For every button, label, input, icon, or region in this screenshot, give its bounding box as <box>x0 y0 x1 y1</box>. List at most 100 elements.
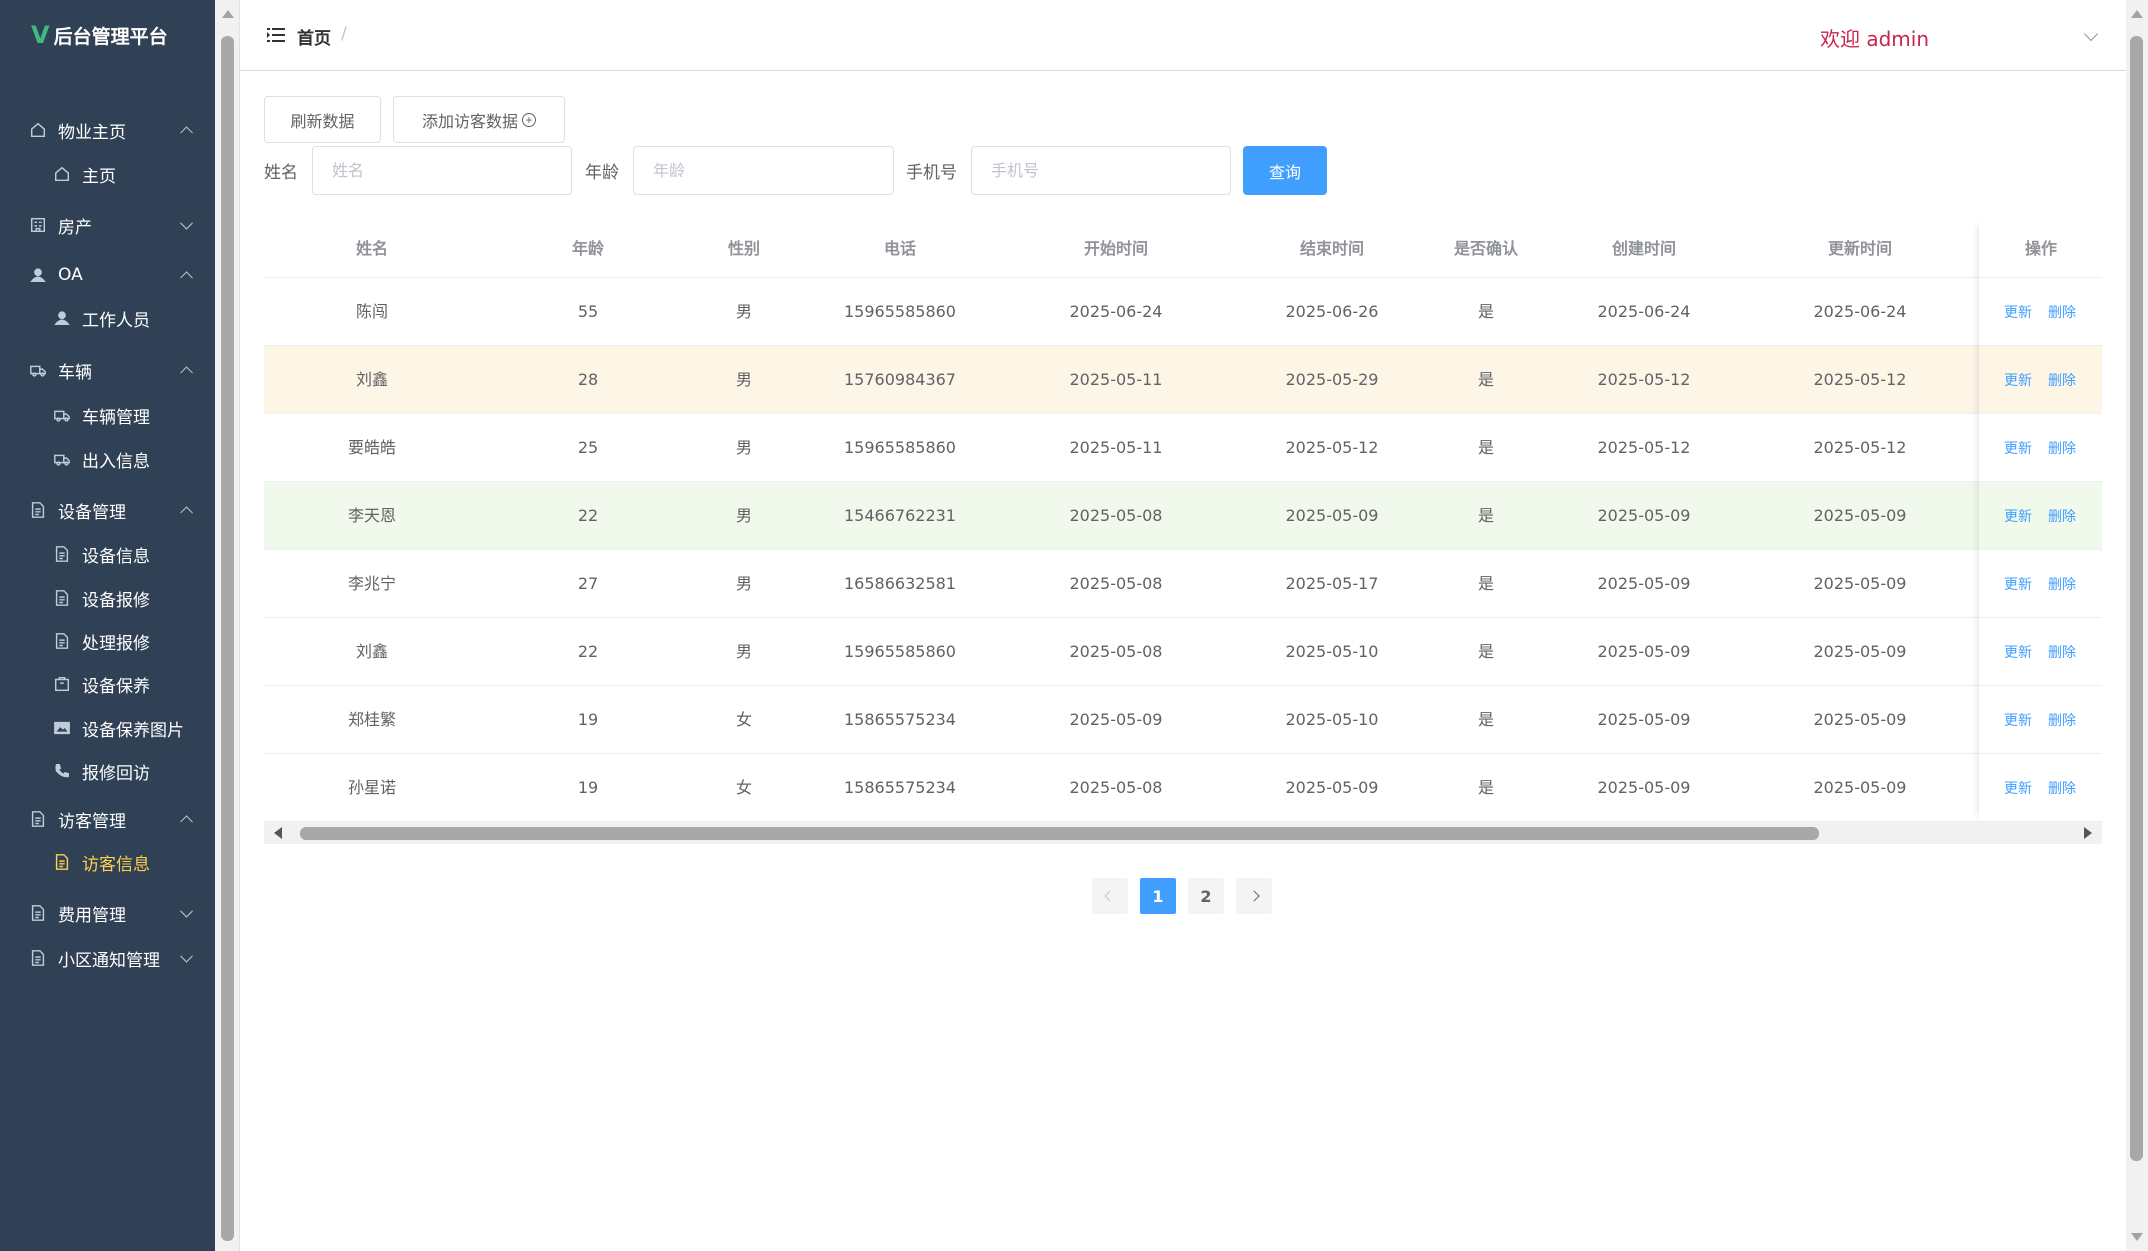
cell-phone: 15865575234 <box>844 710 956 729</box>
table-header: 姓名 年龄 性别 电话 开始时间 结束时间 是否确认 创建时间 更新时间 操作 <box>264 220 2102 278</box>
hamburger-menu-icon[interactable] <box>267 27 285 43</box>
pagination-prev-button[interactable] <box>1092 878 1128 914</box>
cell-created: 2025-05-09 <box>1597 778 1691 797</box>
refresh-data-button[interactable]: 刷新数据 <box>264 96 381 143</box>
age-filter-input[interactable] <box>633 146 894 195</box>
page-scrollbar[interactable] <box>2126 0 2148 1251</box>
sidebar-item-7[interactable]: 出入信息 <box>0 437 215 481</box>
table-row[interactable]: 郑桂繁 19 女 15865575234 2025-05-09 2025-05-10 是 20… <box>264 686 2102 754</box>
sidebar-item-label: 工作人员 <box>82 310 150 331</box>
sidebar-item-label: 物业主页 <box>58 122 126 143</box>
chevron-up-icon <box>180 126 193 140</box>
cell-start: 2025-05-09 <box>1069 710 1163 729</box>
document-icon <box>52 544 72 564</box>
scroll-right-arrow-icon[interactable] <box>2084 827 2092 839</box>
sidebar-item-label: 处理报修 <box>82 633 150 654</box>
table-row[interactable]: 刘鑫 22 男 15965585860 2025-05-08 2025-05-10 是 202… <box>264 618 2102 686</box>
sidebar-item-14[interactable]: 报修回访 <box>0 749 215 793</box>
cell-updated: 2025-05-09 <box>1813 574 1907 593</box>
cell-created: 2025-05-09 <box>1597 506 1691 525</box>
sidebar-scrollbar[interactable] <box>215 0 240 1251</box>
sidebar-item-10[interactable]: 设备报修 <box>0 576 215 620</box>
sidebar-item-3[interactable]: OA <box>0 250 215 300</box>
breadcrumb-home[interactable]: 首页 <box>297 24 331 49</box>
cell-updated: 2025-05-09 <box>1813 778 1907 797</box>
chevron-down-icon <box>180 904 193 918</box>
document-icon <box>28 948 48 968</box>
app-title: 后台管理平台 <box>53 25 168 48</box>
page-scroll-down-icon[interactable] <box>2131 1233 2143 1241</box>
circle-plus-icon: + <box>522 112 536 127</box>
pagination-next-button[interactable] <box>1236 878 1272 914</box>
cell-updated: 2025-05-12 <box>1813 370 1907 389</box>
cell-created: 2025-05-12 <box>1597 438 1691 457</box>
table-row[interactable]: 陈闯 55 男 15965585860 2025-06-24 2025-06-26 是 202… <box>264 278 2102 346</box>
sidebar-item-6[interactable]: 车辆管理 <box>0 393 215 437</box>
breadcrumb-separator: / <box>341 24 347 44</box>
table-row[interactable]: 李天恩 22 男 15466762231 2025-05-08 2025-05-09 是 20… <box>264 482 2102 550</box>
page-scrollbar-thumb[interactable] <box>2130 36 2143 1161</box>
table-row[interactable]: 刘鑫 28 男 15760984367 2025-05-11 2025-05-29 是 202… <box>264 346 2102 414</box>
scroll-up-arrow-icon[interactable] <box>222 10 234 18</box>
table-row[interactable]: 要皓皓 25 男 15965585860 2025-05-11 2025-05-12 是 20… <box>264 414 2102 482</box>
truck-icon <box>52 449 72 469</box>
app-logo[interactable]: V 后台管理平台 <box>0 0 215 70</box>
user-dropdown-caret-icon[interactable] <box>2083 26 2099 42</box>
pagination-page-1[interactable]: 1 <box>1140 878 1176 914</box>
sidebar-item-label: 车辆管理 <box>82 407 150 428</box>
document-icon <box>52 631 72 651</box>
cell-name: 要皓皓 <box>347 438 396 457</box>
name-filter-label: 姓名 <box>264 163 298 183</box>
sidebar-item-label: 费用管理 <box>58 905 126 926</box>
cell-start: 2025-05-08 <box>1069 642 1163 661</box>
column-header: 创建时间 <box>1611 239 1676 258</box>
document-icon <box>28 809 48 829</box>
cell-name: 刘鑫 <box>355 370 388 389</box>
cell-updated: 2025-05-09 <box>1813 642 1907 661</box>
sidebar-item-17[interactable]: 费用管理 <box>0 888 215 938</box>
vue-logo-icon: V <box>31 21 50 49</box>
user-icon <box>52 308 72 328</box>
cell-name: 陈闯 <box>355 302 388 321</box>
cell-start: 2025-05-08 <box>1069 574 1163 593</box>
pagination-page-2[interactable]: 2 <box>1188 878 1224 914</box>
sidebar-item-9[interactable]: 设备信息 <box>0 532 215 576</box>
sidebar-item-2[interactable]: 房产 <box>0 200 215 250</box>
chevron-down-icon <box>180 949 193 963</box>
sidebar: V 后台管理平台 物业主页主页房产 OA 工作人员车辆车辆管理出入信息 设备管理 设备信… <box>0 0 215 1251</box>
truck-icon <box>28 360 48 380</box>
sidebar-item-8[interactable]: 设备管理 <box>0 485 215 535</box>
cell-phone: 15865575234 <box>844 778 956 797</box>
table-scrollbar-thumb[interactable] <box>300 827 1819 840</box>
cell-phone: 15965585860 <box>844 302 956 321</box>
sidebar-item-5[interactable]: 车辆 <box>0 345 215 395</box>
cell-phone: 16586632581 <box>844 574 956 593</box>
sidebar-item-12[interactable]: 设备保养 <box>0 662 215 706</box>
sidebar-item-13[interactable]: 设备保养图片 <box>0 706 215 750</box>
sidebar-item-label: 房产 <box>58 217 92 238</box>
phone-filter-input[interactable] <box>971 146 1231 195</box>
sidebar-item-label: 小区通知管理 <box>58 950 160 971</box>
sidebar-item-15[interactable]: 访客管理 <box>0 794 215 844</box>
table-row[interactable]: 李兆宁 27 男 16586632581 2025-05-08 2025-05-17 是 20… <box>264 550 2102 618</box>
cell-name: 孙星诺 <box>347 778 396 797</box>
sidebar-item-16[interactable]: 访客信息 <box>0 840 215 884</box>
sidebar-item-label: 报修回访 <box>82 763 150 784</box>
table-row[interactable]: 孙星诺 19 女 15865575234 2025-05-08 2025-05-09 是 20… <box>264 754 2102 822</box>
page-scroll-up-icon[interactable] <box>2131 10 2143 18</box>
cell-updated: 2025-06-24 <box>1813 302 1907 321</box>
sidebar-item-18[interactable]: 小区通知管理 <box>0 933 215 983</box>
cell-phone: 15965585860 <box>844 642 956 661</box>
sidebar-item-0[interactable]: 物业主页 <box>0 105 215 155</box>
add-visitor-button[interactable]: 添加访客数据 + <box>393 96 565 143</box>
sidebar-item-11[interactable]: 处理报修 <box>0 619 215 663</box>
visitor-table: 姓名 年龄 性别 电话 开始时间 结束时间 是否确认 创建时间 更新时间 操作 陈闯 55 男 1596… <box>264 220 2102 844</box>
name-filter-input[interactable] <box>312 146 572 195</box>
query-button[interactable]: 查询 <box>1243 146 1327 195</box>
sidebar-scrollbar-thumb[interactable] <box>221 36 234 1241</box>
sidebar-item-1[interactable]: 主页 <box>0 152 215 196</box>
sidebar-item-4[interactable]: 工作人员 <box>0 296 215 340</box>
scroll-left-arrow-icon[interactable] <box>274 827 282 839</box>
welcome-user-text[interactable]: 欢迎 admin <box>1820 23 1929 52</box>
table-horizontal-scrollbar[interactable] <box>264 822 2102 844</box>
